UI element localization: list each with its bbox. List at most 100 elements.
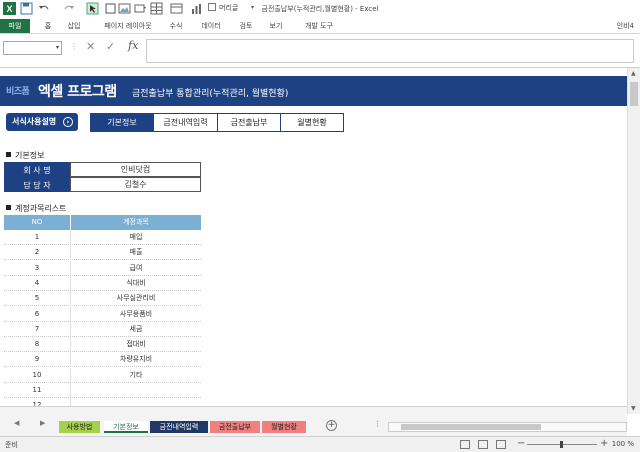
next-sheet-icon[interactable]: ▶ xyxy=(40,419,45,427)
sheet-tab-bar: ◀ ▶ 사용방법 기본정보 금전내역입력 금전출납부 월별현황 + ⋮ xyxy=(0,406,627,436)
scroll-thumb[interactable] xyxy=(401,424,541,430)
tab-home[interactable]: 홈 xyxy=(40,19,56,33)
sheet-tab[interactable]: 금전내역입력 xyxy=(150,421,208,433)
enter-icon[interactable]: ✓ xyxy=(106,40,115,53)
table-row[interactable]: 6 사무용품비 xyxy=(4,306,201,322)
program-subtitle: 금전출납부 통합관리(누적관리, 월별현황) xyxy=(132,89,289,99)
account-name[interactable]: 매입 xyxy=(71,230,201,245)
basic-info-heading: 기본정보 xyxy=(6,150,44,161)
horizontal-scrollbar[interactable] xyxy=(388,422,627,432)
status-bar: 준비 − + 100 % xyxy=(0,436,640,452)
row-number: 12 xyxy=(4,398,71,406)
basic-info-title: 기본정보 xyxy=(15,151,45,160)
table-row[interactable]: 9 차량유지비 xyxy=(4,352,201,368)
formula-input[interactable] xyxy=(146,39,634,63)
title-bar: X 머리글 ▾ 금전출납부(누적관리,월별현황) - Excel xyxy=(0,0,640,18)
column-header-account: 계정과목 xyxy=(71,215,201,230)
account-name[interactable]: 식대비 xyxy=(71,276,201,291)
account-name[interactable]: 사무실관리비 xyxy=(71,291,201,306)
account-list-title: 계정과목리스트 xyxy=(15,204,67,213)
account-name[interactable]: 접대비 xyxy=(71,337,201,352)
table-row[interactable]: 3 급여 xyxy=(4,260,201,276)
tab-review[interactable]: 검토 xyxy=(234,19,258,33)
normal-view-icon[interactable] xyxy=(460,440,470,449)
page-layout-view-icon[interactable] xyxy=(478,440,488,449)
table-row[interactable]: 5 사무실관리비 xyxy=(4,291,201,307)
table-row[interactable]: 12 xyxy=(4,398,201,406)
column-header-no: NO xyxy=(4,215,71,230)
tab-file[interactable]: 파일 xyxy=(0,19,30,33)
tab-data[interactable]: 데이터 xyxy=(196,19,226,33)
chevron-down-icon[interactable]: ▾ xyxy=(56,44,59,51)
sheet-tab[interactable]: 금전출납부 xyxy=(210,421,260,433)
account-name[interactable] xyxy=(71,398,201,406)
vertical-scrollbar[interactable]: ▲ ▼ xyxy=(627,68,640,414)
nav-ledger-button[interactable]: 금전출납부 xyxy=(217,113,281,132)
company-name-label: 회 사 명 xyxy=(4,162,70,177)
table-row[interactable]: 7 세금 xyxy=(4,321,201,337)
account-name[interactable]: 급여 xyxy=(71,261,201,276)
row-number: 8 xyxy=(4,337,71,353)
scroll-thumb[interactable] xyxy=(630,82,638,106)
add-sheet-icon[interactable]: + xyxy=(326,420,337,431)
company-name-value[interactable]: 인비닷컴 xyxy=(70,162,201,177)
account-name[interactable]: 기타 xyxy=(71,368,201,383)
zoom-in-icon[interactable]: + xyxy=(600,438,608,449)
zoom-slider[interactable] xyxy=(527,441,597,448)
table-row[interactable]: 4 식대비 xyxy=(4,275,201,291)
usage-guide-button[interactable]: 서식사용설명 › xyxy=(6,113,78,131)
table-row[interactable]: 11 xyxy=(4,383,201,398)
table-row[interactable]: 1 매입 xyxy=(4,230,201,245)
row-number: 1 xyxy=(4,230,71,245)
user-name[interactable]: 인비4 xyxy=(617,19,634,33)
sheet-tab[interactable]: 사용방법 xyxy=(59,421,100,433)
name-box[interactable]: ▾ xyxy=(3,41,62,55)
sheet-tab[interactable]: 기본정보 xyxy=(104,421,148,433)
scroll-down-icon[interactable]: ▼ xyxy=(631,405,636,412)
arrow-right-circle-icon: › xyxy=(63,117,73,127)
bullet-square-icon xyxy=(6,152,11,157)
account-list-heading: 계정과목리스트 xyxy=(6,203,67,214)
worksheet[interactable]: 비즈폼 엑셀 프로그램 금전출납부 통합관리(누적관리, 월별현황) 서식사용설… xyxy=(0,68,627,406)
table-row[interactable]: 8 접대비 xyxy=(4,337,201,353)
manager-label: 담 당 자 xyxy=(4,177,70,192)
program-title: 엑셀 프로그램 xyxy=(38,84,117,100)
scroll-up-icon[interactable]: ▲ xyxy=(631,70,636,77)
table-row[interactable]: 10 기타 xyxy=(4,367,201,383)
program-banner: 비즈폼 엑셀 프로그램 금전출납부 통합관리(누적관리, 월별현황) xyxy=(0,76,627,106)
row-number: 9 xyxy=(4,352,71,368)
formula-bar-grip-icon[interactable]: ⋮ xyxy=(70,42,78,51)
cancel-icon[interactable]: ✕ xyxy=(86,40,95,53)
table-row[interactable]: 2 매출 xyxy=(4,245,201,261)
tab-view[interactable]: 보기 xyxy=(264,19,288,33)
page-break-view-icon[interactable] xyxy=(496,440,506,449)
prev-sheet-icon[interactable]: ◀ xyxy=(14,419,19,427)
zoom-level[interactable]: 100 % xyxy=(612,440,634,448)
row-number: 3 xyxy=(4,260,71,276)
zoom-slider-knob[interactable] xyxy=(560,441,563,448)
usage-guide-label: 서식사용설명 xyxy=(12,117,57,126)
account-name[interactable]: 매출 xyxy=(71,245,201,260)
account-name[interactable]: 세금 xyxy=(71,322,201,337)
manager-value[interactable]: 김철수 xyxy=(70,177,201,192)
nav-entry-button[interactable]: 금전내역입력 xyxy=(153,113,218,132)
tab-formulas[interactable]: 수식 xyxy=(164,19,188,33)
manager-row: 담 당 자 김철수 xyxy=(4,177,201,192)
nav-monthly-button[interactable]: 월별현황 xyxy=(280,113,344,132)
row-number: 4 xyxy=(4,275,71,291)
bullet-square-icon xyxy=(6,205,11,210)
account-name[interactable] xyxy=(71,383,201,398)
more-icon[interactable]: ⋮ xyxy=(374,420,381,428)
formula-bar: ▾ ⋮ ✕ ✓ fx xyxy=(0,34,640,68)
tab-insert[interactable]: 삽입 xyxy=(62,19,86,33)
account-name[interactable]: 사무용품비 xyxy=(71,307,201,322)
insert-function-icon[interactable]: fx xyxy=(128,39,138,52)
company-name-row: 회 사 명 인비닷컴 xyxy=(4,162,201,177)
zoom-out-icon[interactable]: − xyxy=(517,438,525,449)
tab-developer[interactable]: 개발 도구 xyxy=(296,19,342,33)
row-number: 11 xyxy=(4,383,71,398)
account-name[interactable]: 차량유지비 xyxy=(71,352,201,367)
nav-basic-info-button[interactable]: 기본정보 xyxy=(90,113,154,132)
tab-page-layout[interactable]: 페이지 레이아웃 xyxy=(96,19,160,33)
sheet-tab[interactable]: 월별현황 xyxy=(262,421,306,433)
